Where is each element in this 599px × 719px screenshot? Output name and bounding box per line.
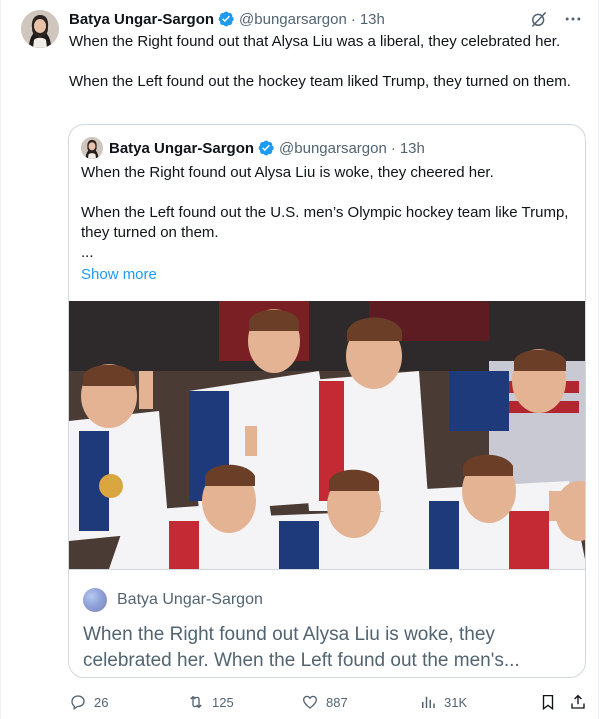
tweet-text: When the Right found out that Alysa Liu …	[69, 32, 579, 92]
views-button[interactable]: 31K	[419, 693, 467, 711]
card-title: When the Right found out Alysa Liu is wo…	[83, 624, 520, 671]
reply-icon	[71, 695, 85, 711]
reply-button[interactable]: 26	[69, 693, 108, 711]
tweet-text-line-1: When the Right found out that Alysa Liu …	[69, 33, 561, 50]
top-actions	[528, 8, 584, 30]
quoted-author-name: Batya Ungar-Sargon	[109, 139, 255, 157]
quoted-tweet[interactable]: Batya Ungar-Sargon @bungarsargon · 13h W…	[68, 124, 586, 678]
share-button[interactable]	[569, 693, 587, 711]
quoted-text-line-2: When the Left found out the U.S. men’s O…	[81, 204, 569, 241]
grok-icon[interactable]	[528, 8, 550, 30]
like-icon	[302, 695, 318, 709]
like-button[interactable]: 887	[301, 693, 348, 711]
separator: ·	[390, 139, 396, 157]
avatar[interactable]	[21, 10, 59, 48]
team-photo[interactable]	[69, 301, 585, 569]
views-icon	[422, 696, 435, 708]
verified-badge-icon	[257, 139, 275, 157]
card-source-name: Batya Ungar-Sargon	[117, 591, 263, 608]
repost-icon	[190, 695, 202, 709]
timestamp[interactable]: 13h	[360, 11, 385, 28]
action-bar: 26 125 887 31K	[69, 692, 589, 712]
bookmark-icon	[542, 694, 554, 711]
bookmark-button[interactable]	[539, 693, 557, 711]
repost-button[interactable]: 125	[187, 693, 234, 711]
link-card[interactable]: Batya Ungar-Sargon When the Right found …	[69, 569, 585, 677]
author-handle[interactable]: @bungarsargon	[239, 11, 347, 28]
card-source: Batya Ungar-Sargon	[83, 588, 263, 612]
quoted-tweet-text: When the Right found out Alysa Liu is wo…	[81, 163, 571, 285]
substack-logo-icon	[83, 588, 107, 612]
like-count: 887	[326, 694, 348, 710]
separator: ·	[350, 10, 356, 28]
tweet-text-line-2: When the Left found out the hockey team …	[69, 73, 571, 90]
more-icon[interactable]	[562, 8, 584, 30]
tweet-header: Batya Ungar-Sargon @bungarsargon · 13h	[69, 9, 385, 29]
quoted-text-line-1: When the Right found out Alysa Liu is wo…	[81, 164, 494, 181]
quoted-tweet-header: Batya Ungar-Sargon @bungarsargon · 13h	[81, 137, 425, 159]
quoted-timestamp: 13h	[399, 139, 425, 157]
quoted-author-handle: @bungarsargon	[279, 139, 387, 157]
tweet[interactable]: Batya Ungar-Sargon @bungarsargon · 13h W…	[0, 0, 599, 719]
repost-count: 125	[212, 694, 234, 710]
reply-count: 26	[94, 694, 109, 710]
verified-badge-icon	[217, 10, 235, 28]
show-more-link[interactable]: Show more	[81, 265, 571, 285]
views-count: 31K	[444, 694, 468, 710]
share-icon	[571, 694, 585, 709]
quoted-avatar[interactable]	[81, 137, 103, 159]
quoted-ellipsis: ...	[81, 244, 94, 261]
author-name[interactable]: Batya Ungar-Sargon	[69, 11, 214, 28]
